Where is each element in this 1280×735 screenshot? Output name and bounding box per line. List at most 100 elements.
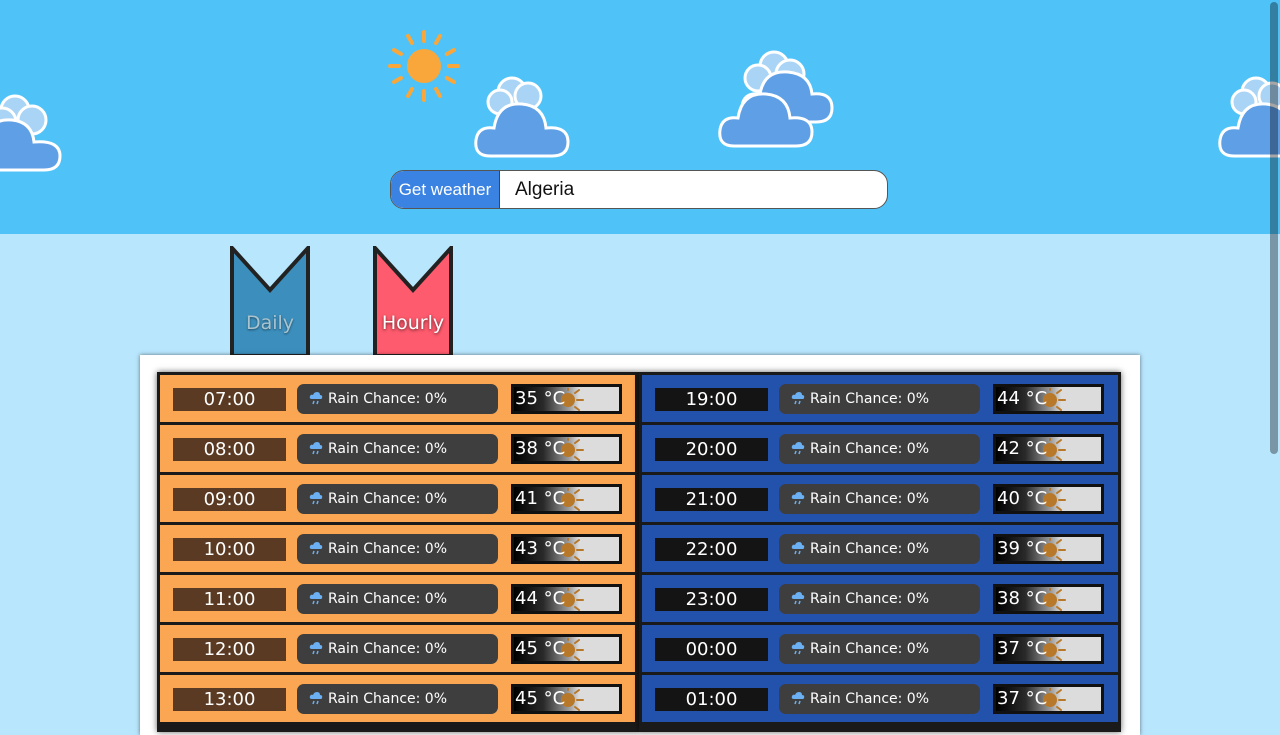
temperature-box: 44 °C: [993, 384, 1104, 414]
raindrop-cloud-icon: [791, 642, 805, 655]
rain-chance: Rain Chance: 0%: [779, 384, 980, 414]
rain-chance: Rain Chance: 0%: [297, 534, 498, 564]
ribbon-shape: [373, 246, 453, 356]
hour-time: 21:00: [655, 488, 768, 511]
rain-chance-text: Rain Chance: 0%: [810, 591, 929, 607]
hour-time: 00:00: [655, 638, 768, 661]
cloud-icon: [718, 50, 834, 148]
temperature-value: 44 °C: [515, 588, 566, 609]
temperature-value: 43 °C: [515, 538, 566, 559]
get-weather-button[interactable]: Get weather: [391, 171, 500, 208]
hour-row: 08:00 Rain Chance: 0% 38 °C: [160, 425, 635, 472]
rain-chance: Rain Chance: 0%: [297, 584, 498, 614]
hour-row: 13:00 Rain Chance: 0% 45 °C: [160, 675, 635, 722]
rain-chance: Rain Chance: 0%: [779, 584, 980, 614]
rain-chance-text: Rain Chance: 0%: [328, 591, 447, 607]
hour-row: 12:00 Rain Chance: 0% 45 °C: [160, 625, 635, 672]
rain-chance: Rain Chance: 0%: [779, 684, 980, 714]
hour-row: 11:00 Rain Chance: 0% 44 °C: [160, 575, 635, 622]
rain-chance: Rain Chance: 0%: [297, 634, 498, 664]
hour-row: 22:00 Rain Chance: 0% 39 °C: [642, 525, 1118, 572]
temperature-box: 43 °C: [511, 534, 622, 564]
temperature-value: 45 °C: [515, 638, 566, 659]
temperature-value: 42 °C: [997, 438, 1048, 459]
cloud-icon: [0, 94, 62, 172]
raindrop-cloud-icon: [791, 492, 805, 505]
hour-time: 08:00: [173, 438, 286, 461]
temperature-box: 38 °C: [511, 434, 622, 464]
temperature-box: 44 °C: [511, 584, 622, 614]
hour-time: 07:00: [173, 388, 286, 411]
hour-row: 23:00 Rain Chance: 0% 38 °C: [642, 575, 1118, 622]
location-input[interactable]: [501, 171, 886, 208]
temperature-box: 37 °C: [993, 634, 1104, 664]
rain-chance: Rain Chance: 0%: [297, 434, 498, 464]
temperature-box: 37 °C: [993, 684, 1104, 714]
raindrop-cloud-icon: [791, 542, 805, 555]
hour-row: 19:00 Rain Chance: 0% 44 °C: [642, 375, 1118, 422]
rain-chance-text: Rain Chance: 0%: [810, 441, 929, 457]
temperature-value: 44 °C: [997, 388, 1048, 409]
ribbon-shape: [230, 246, 310, 356]
hour-time: 09:00: [173, 488, 286, 511]
hour-row: 07:00 Rain Chance: 0% 35 °C: [160, 375, 635, 422]
rain-chance-text: Rain Chance: 0%: [810, 491, 929, 507]
hour-time: 20:00: [655, 438, 768, 461]
forecast-panel: 07:00 Rain Chance: 0% 35 °C 08:00 Rain Chanc…: [140, 355, 1140, 735]
nighttime-column: 19:00 Rain Chance: 0% 44 °C 20:00 Rain Chanc…: [639, 372, 1121, 732]
rain-chance-text: Rain Chance: 0%: [810, 541, 929, 557]
temperature-box: 45 °C: [511, 634, 622, 664]
temperature-value: 38 °C: [515, 438, 566, 459]
scrollbar[interactable]: [1270, 2, 1278, 454]
tab-hourly[interactable]: Hourly: [373, 246, 453, 356]
temperature-value: 35 °C: [515, 388, 566, 409]
temperature-box: 38 °C: [993, 584, 1104, 614]
hour-row: 01:00 Rain Chance: 0% 37 °C: [642, 675, 1118, 722]
temperature-value: 37 °C: [997, 688, 1048, 709]
hour-time: 01:00: [655, 688, 768, 711]
rain-chance: Rain Chance: 0%: [779, 434, 980, 464]
header: Get weather: [0, 0, 1280, 234]
rain-chance-text: Rain Chance: 0%: [810, 391, 929, 407]
rain-chance: Rain Chance: 0%: [779, 484, 980, 514]
hour-time: 11:00: [173, 588, 286, 611]
temperature-value: 39 °C: [997, 538, 1048, 559]
raindrop-cloud-icon: [791, 442, 805, 455]
tab-hourly-label: Hourly: [381, 312, 445, 334]
hour-time: 19:00: [655, 388, 768, 411]
raindrop-cloud-icon: [309, 642, 323, 655]
rain-chance: Rain Chance: 0%: [779, 534, 980, 564]
raindrop-cloud-icon: [309, 692, 323, 705]
raindrop-cloud-icon: [791, 592, 805, 605]
raindrop-cloud-icon: [309, 592, 323, 605]
rain-chance: Rain Chance: 0%: [297, 684, 498, 714]
search-bar: Get weather: [390, 170, 888, 209]
raindrop-cloud-icon: [791, 392, 805, 405]
rain-chance-text: Rain Chance: 0%: [328, 641, 447, 657]
rain-chance: Rain Chance: 0%: [297, 384, 498, 414]
rain-chance-text: Rain Chance: 0%: [810, 691, 929, 707]
temperature-box: 35 °C: [511, 384, 622, 414]
rain-chance-text: Rain Chance: 0%: [328, 491, 447, 507]
hour-time: 10:00: [173, 538, 286, 561]
temperature-value: 41 °C: [515, 488, 566, 509]
hour-row: 09:00 Rain Chance: 0% 41 °C: [160, 475, 635, 522]
raindrop-cloud-icon: [309, 392, 323, 405]
raindrop-cloud-icon: [791, 692, 805, 705]
temperature-box: 45 °C: [511, 684, 622, 714]
rain-chance-text: Rain Chance: 0%: [810, 641, 929, 657]
raindrop-cloud-icon: [309, 542, 323, 555]
temperature-box: 39 °C: [993, 534, 1104, 564]
hour-row: 00:00 Rain Chance: 0% 37 °C: [642, 625, 1118, 672]
temperature-box: 42 °C: [993, 434, 1104, 464]
rain-chance: Rain Chance: 0%: [779, 634, 980, 664]
hour-time: 12:00: [173, 638, 286, 661]
temperature-value: 45 °C: [515, 688, 566, 709]
temperature-value: 40 °C: [997, 488, 1048, 509]
raindrop-cloud-icon: [309, 492, 323, 505]
hour-time: 22:00: [655, 538, 768, 561]
temperature-box: 40 °C: [993, 484, 1104, 514]
sun-icon: [388, 30, 460, 102]
tab-daily[interactable]: Daily: [230, 246, 310, 356]
daytime-column: 07:00 Rain Chance: 0% 35 °C 08:00 Rain Chanc…: [157, 372, 639, 732]
